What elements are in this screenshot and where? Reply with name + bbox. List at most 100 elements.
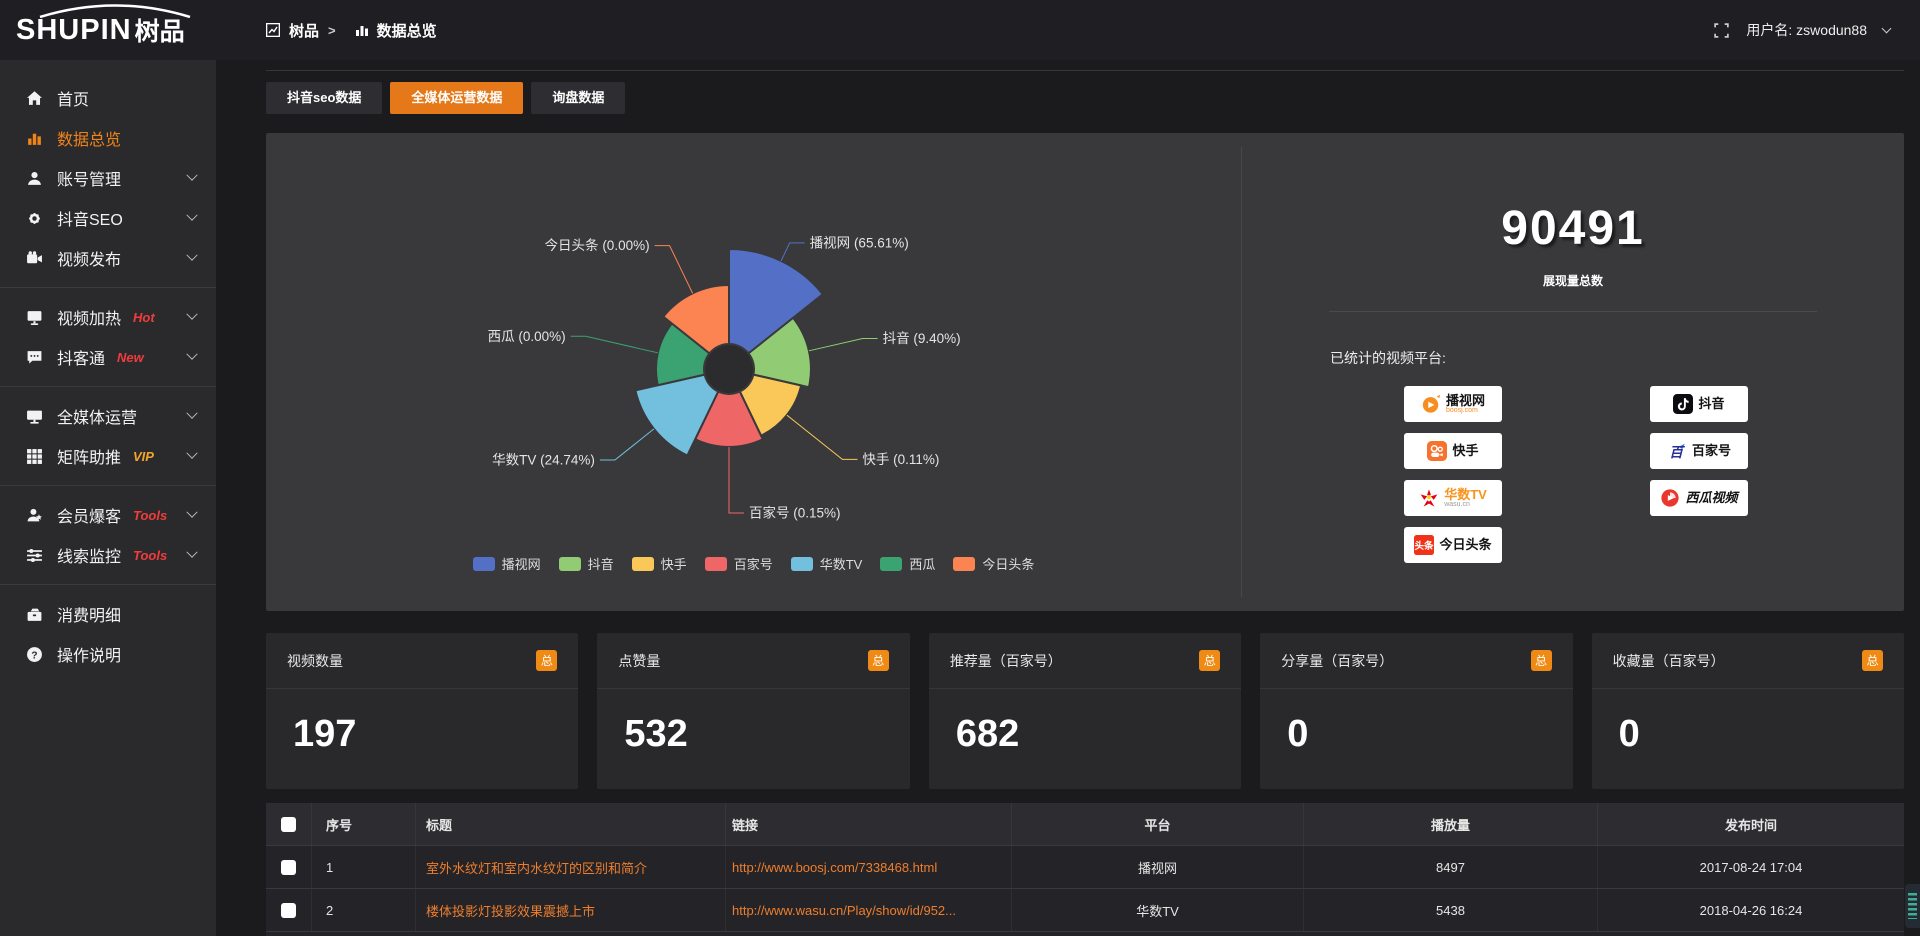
chevron-down-icon — [186, 250, 197, 261]
table-row: 1室外水纹灯和室内水纹灯的区别和简介http://www.boosj.com/7… — [266, 845, 1904, 888]
topbar-divider — [266, 70, 1904, 71]
sidebar-divider — [0, 287, 216, 288]
pie-label: 百家号 (0.15%) — [749, 505, 841, 521]
platform-name: 西瓜视频 — [1685, 491, 1737, 505]
legend-swatch — [705, 557, 727, 571]
total-badge[interactable]: 总 — [868, 650, 889, 671]
sidebar-item-label: 全媒体运营 — [57, 404, 137, 428]
legend-item-百家号[interactable]: 百家号 — [705, 554, 773, 573]
platform-badge-华数TV[interactable]: 华数TVwasu.cn — [1404, 480, 1502, 516]
xigua-logo-icon — [1660, 488, 1680, 508]
platform-badges-left: 播视网boosj.com 快手华数TVwasu.cn 头条今日头条 — [1404, 386, 1502, 563]
topbar: SHUPIN 树品 树品 > 数据总览 用户名: zswodun88 — [0, 0, 1920, 60]
sidebar-item-account-management[interactable]: 账号管理 — [0, 158, 216, 198]
platform-sub: wasu.cn — [1444, 501, 1487, 508]
tab-omni-media-data[interactable]: 全媒体运营数据 — [390, 82, 523, 114]
pie-label: 今日头条 (0.00%) — [545, 237, 650, 253]
platform-name: 百家号 — [1692, 444, 1731, 458]
legend-item-华数TV[interactable]: 华数TV — [791, 554, 863, 573]
total-badge[interactable]: 总 — [536, 650, 557, 671]
sidebar-item-label: 会员爆客 — [57, 503, 121, 527]
username-label[interactable]: 用户名: zswodun88 — [1746, 20, 1867, 40]
platform-badge-西瓜视频[interactable]: 西瓜视频 — [1650, 480, 1748, 516]
bar-chart-icon — [355, 23, 369, 37]
sidebar-item-douyin-seo[interactable]: 抖音SEO — [0, 198, 216, 238]
pie-label: 西瓜 (0.00%) — [488, 329, 566, 344]
stat-cards: 视频数量总197点赞量总532推荐量（百家号）总682分享量（百家号）总0收藏量… — [266, 633, 1904, 789]
stat-card-视频数量: 视频数量总197 — [266, 633, 578, 789]
cell-title-link[interactable]: 室外水纹灯和室内水纹灯的区别和简介 — [416, 846, 726, 888]
boosj-logo-icon — [1421, 394, 1441, 414]
platform-badge-播视网[interactable]: 播视网boosj.com — [1404, 386, 1502, 422]
rose-chart-svg: 播视网 (65.61%)抖音 (9.40%)快手 (0.11%)百家号 (0.1… — [266, 133, 1241, 611]
chevron-down-icon[interactable] — [1882, 23, 1892, 33]
sidebar-divider — [0, 485, 216, 486]
sidebar-item-tag: VIP — [133, 449, 154, 464]
chevron-down-icon — [186, 547, 197, 558]
platform-badge-今日头条[interactable]: 头条今日头条 — [1404, 527, 1502, 563]
cell-title-link[interactable]: 楼体投影灯投影效果震撼上市 — [416, 889, 726, 931]
summary-divider — [1329, 311, 1817, 312]
sidebar-item-data-overview[interactable]: 数据总览 — [0, 118, 216, 158]
pie-label-line — [809, 339, 878, 351]
fullscreen-icon[interactable] — [1713, 22, 1730, 39]
floating-widget[interactable] — [1905, 884, 1920, 928]
legend-item-播视网[interactable]: 播视网 — [473, 554, 541, 573]
cell-platform: 播视网 — [1012, 846, 1304, 888]
sidebar-item-lead-monitor[interactable]: 线索监控Tools — [0, 535, 216, 575]
cell-url-link[interactable]: http://www.boosj.com/7338468.html — [726, 846, 1012, 888]
gear-icon — [26, 210, 43, 227]
total-badge[interactable]: 总 — [1199, 650, 1220, 671]
sidebar-item-matrix-boost[interactable]: 矩阵助推VIP — [0, 436, 216, 476]
tab-bar: 抖音seo数据全媒体运营数据询盘数据 — [266, 82, 1904, 114]
platform-name: 抖音 — [1698, 397, 1724, 411]
tab-inquiry-data[interactable]: 询盘数据 — [531, 82, 625, 114]
sidebar-item-consumption-detail[interactable]: 消费明细 — [0, 594, 216, 634]
sidebar-item-video-publish[interactable]: 视频发布 — [0, 238, 216, 278]
row-checkbox[interactable] — [281, 860, 296, 875]
row-checkbox[interactable] — [281, 903, 296, 918]
sidebar-item-video-heating[interactable]: 视频加热Hot — [0, 297, 216, 337]
platform-badge-百家号[interactable]: 百百家号 — [1650, 433, 1748, 469]
screen-icon — [26, 309, 43, 326]
breadcrumb-home[interactable]: 树品 — [289, 20, 319, 41]
cell-url-link[interactable]: http://www.wasu.cn/Play/show/id/952... — [726, 889, 1012, 931]
platform-badge-快手[interactable]: 快手 — [1404, 433, 1502, 469]
tab-douyin-seo-data[interactable]: 抖音seo数据 — [266, 82, 382, 114]
stat-card-推荐量（百家号）: 推荐量（百家号）总682 — [929, 633, 1241, 789]
sidebar-item-operation-guide[interactable]: ?操作说明 — [0, 634, 216, 674]
platform-name: 今日头条 — [1439, 538, 1491, 552]
sidebar-item-member-baoke[interactable]: 会员爆客Tools — [0, 495, 216, 535]
total-badge[interactable]: 总 — [1862, 650, 1883, 671]
cell-seq: 1 — [312, 846, 416, 888]
sidebar-divider — [0, 386, 216, 387]
chart-bars-icon — [26, 130, 43, 147]
select-all-checkbox[interactable] — [281, 817, 296, 832]
table-header-row: 序号标题链接平台播放量发布时间 — [266, 803, 1904, 845]
wasu-logo-icon — [1419, 488, 1439, 508]
chart-legend: 播视网抖音 快手百家号华数TV 西瓜 今日头条 — [266, 554, 1241, 573]
pie-label: 华数TV (24.74%) — [492, 453, 595, 468]
stat-card-分享量（百家号）: 分享量（百家号）总0 — [1260, 633, 1572, 789]
sidebar-item-tag: Tools — [133, 548, 167, 563]
line-chart-icon — [266, 23, 280, 37]
legend-item-快手[interactable]: 快手 — [632, 554, 687, 573]
baijiahao-logo-icon: 百 — [1667, 441, 1687, 461]
sidebar-item-omni-media[interactable]: 全媒体运营 — [0, 396, 216, 436]
sidebar-item-douketong[interactable]: 抖客通New — [0, 337, 216, 377]
logo-text-en: SHUPIN — [16, 16, 132, 45]
logo-arc — [36, 4, 194, 18]
total-badge[interactable]: 总 — [1531, 650, 1552, 671]
sidebar-item-label: 视频发布 — [57, 246, 121, 270]
legend-label: 今日头条 — [982, 554, 1034, 573]
chevron-down-icon — [186, 408, 197, 419]
legend-item-今日头条[interactable]: 今日头条 — [953, 554, 1034, 573]
platform-badge-抖音[interactable]: 抖音 — [1650, 386, 1748, 422]
breadcrumb-current: 数据总览 — [377, 20, 437, 41]
sidebar-item-home[interactable]: 首页 — [0, 78, 216, 118]
legend-item-西瓜[interactable]: 西瓜 — [880, 554, 935, 573]
legend-label: 快手 — [661, 554, 687, 573]
legend-item-抖音[interactable]: 抖音 — [559, 554, 614, 573]
cell-time: 2017-08-24 17:04 — [1598, 846, 1904, 888]
sidebar-item-tag: New — [117, 350, 144, 365]
